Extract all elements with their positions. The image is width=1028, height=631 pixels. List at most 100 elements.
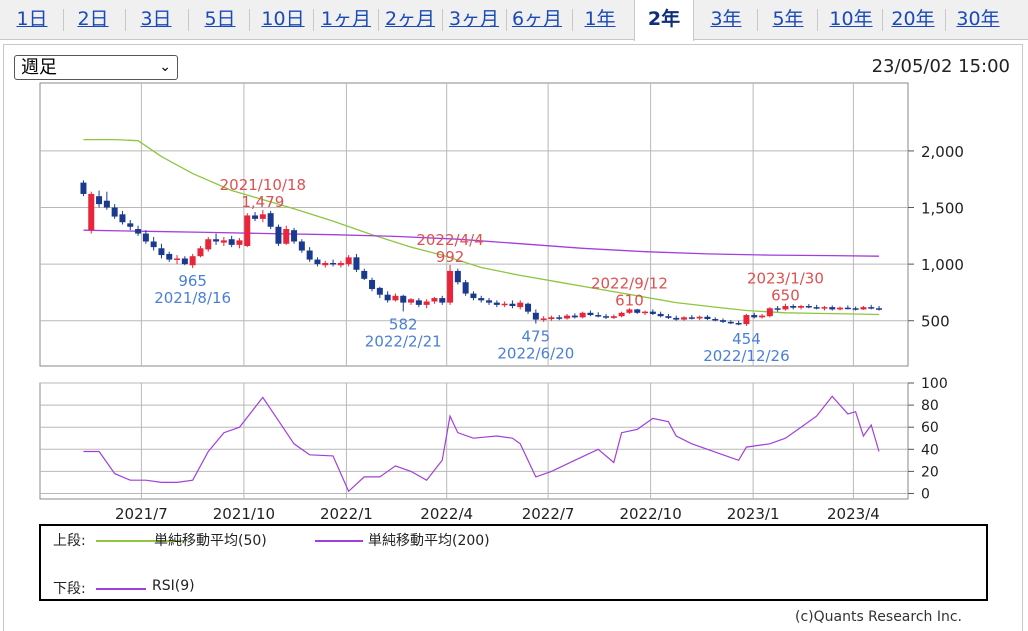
candle-body: [587, 312, 594, 316]
low-date-label: 2022/2/21: [365, 332, 442, 350]
candle-body: [244, 215, 251, 247]
candle-body: [493, 302, 500, 305]
candle-body: [798, 306, 805, 308]
candle-body: [228, 239, 235, 245]
candle-body: [720, 320, 727, 322]
low-value-label: 582: [389, 315, 418, 333]
price-chart: 2021/10/181,479 2022/4/4992 2022/9/12610 20…: [39, 82, 964, 520]
candle-body: [790, 306, 797, 308]
candle-body: [564, 315, 571, 319]
candle-body: [96, 196, 103, 205]
candle-body: [517, 302, 524, 308]
candle-body: [603, 316, 610, 318]
legend-sma200-swatch: [315, 540, 363, 542]
candle-body: [150, 241, 157, 248]
candle-body: [486, 300, 493, 303]
candle-body: [236, 240, 243, 245]
candle-body: [501, 303, 508, 306]
candle-body: [376, 287, 383, 295]
candle-body: [876, 308, 883, 310]
candle-body: [759, 315, 766, 318]
candle-body: [369, 279, 376, 290]
candle-body: [314, 259, 321, 265]
candle-body: [727, 321, 734, 324]
candle-body: [673, 317, 680, 320]
legend-upper-label: 上段:: [53, 533, 86, 549]
price-y-tick-label: 2,000: [921, 143, 964, 161]
candle-body: [532, 312, 539, 320]
high-value-label: 992: [436, 248, 465, 266]
candle-body: [540, 318, 547, 320]
legend-rsi-swatch: [96, 588, 146, 590]
candle-body: [751, 315, 758, 318]
candle-body: [571, 315, 578, 318]
candle-body: [166, 253, 173, 260]
candle-body: [267, 213, 274, 227]
candle-body: [213, 239, 220, 242]
candle-body: [439, 298, 446, 303]
candle-body: [291, 230, 298, 242]
low-value-label: 475: [522, 328, 551, 346]
candle-body: [813, 307, 820, 309]
candle-body: [844, 307, 851, 310]
candle-body: [735, 322, 742, 325]
candle-body: [454, 270, 461, 283]
high-date-label: 2022/9/12: [591, 274, 668, 292]
x-tick-label: 2023/1: [727, 505, 780, 520]
candle-body: [634, 309, 641, 313]
candle-body: [408, 299, 415, 303]
candle-body: [696, 316, 703, 319]
candle-body: [704, 316, 711, 320]
candle-body: [782, 306, 789, 310]
candle-body: [470, 293, 477, 299]
candle-body: [509, 303, 516, 307]
candle-body: [665, 316, 672, 318]
low-date-label: 2022/12/26: [703, 347, 789, 365]
candle-body: [649, 311, 656, 314]
candle-body: [111, 207, 118, 217]
copyright: (c)Quants Research Inc.: [794, 609, 962, 625]
candle-body: [220, 240, 227, 243]
price-y-tick-label: 500: [921, 313, 950, 331]
x-tick-label: 2022/7: [522, 505, 575, 520]
legend-rsi-label: RSI(9): [152, 578, 195, 594]
rsi-y-tick-label: 60: [921, 420, 939, 436]
x-tick-label: 2021/7: [115, 505, 168, 520]
candle-body: [766, 308, 773, 317]
candle-body: [860, 307, 867, 310]
candle-body: [353, 257, 360, 270]
rsi-y-tick-label: 20: [921, 464, 939, 480]
candle-body: [642, 311, 649, 314]
low-date-label: 2022/6/20: [497, 345, 574, 363]
candle-body: [423, 301, 430, 305]
legend-lower-label: 下段:: [53, 581, 86, 597]
candle-body: [306, 250, 313, 260]
candle-body: [361, 270, 368, 279]
high-value-label: 610: [615, 291, 644, 309]
candle-body: [400, 295, 407, 303]
candle-body: [579, 312, 586, 318]
candle-body: [805, 306, 812, 308]
x-tick-label: 2022/10: [619, 505, 681, 520]
candle-body: [330, 262, 337, 265]
candle-body: [127, 223, 134, 227]
candle-body: [119, 214, 126, 223]
legend-sma50-label: 単純移動平均(50): [154, 533, 267, 549]
high-date-label: 2023/1/30: [747, 270, 824, 288]
candle-body: [275, 226, 282, 244]
x-tick-label: 2022/4: [420, 505, 473, 520]
candle-body: [103, 200, 110, 208]
candle-body: [657, 313, 664, 317]
candle-body: [384, 294, 391, 301]
candle-body: [205, 239, 212, 250]
high-value-label: 1,479: [241, 193, 284, 211]
price-plot-area: [39, 82, 909, 367]
x-tick-label: 2023/4: [827, 505, 880, 520]
candle-body: [135, 229, 142, 234]
candle-body: [80, 182, 87, 194]
candle-body: [415, 300, 422, 305]
candle-body: [392, 295, 399, 301]
candle-body: [525, 303, 532, 312]
candle-body: [88, 193, 95, 231]
candle-body: [821, 307, 828, 309]
